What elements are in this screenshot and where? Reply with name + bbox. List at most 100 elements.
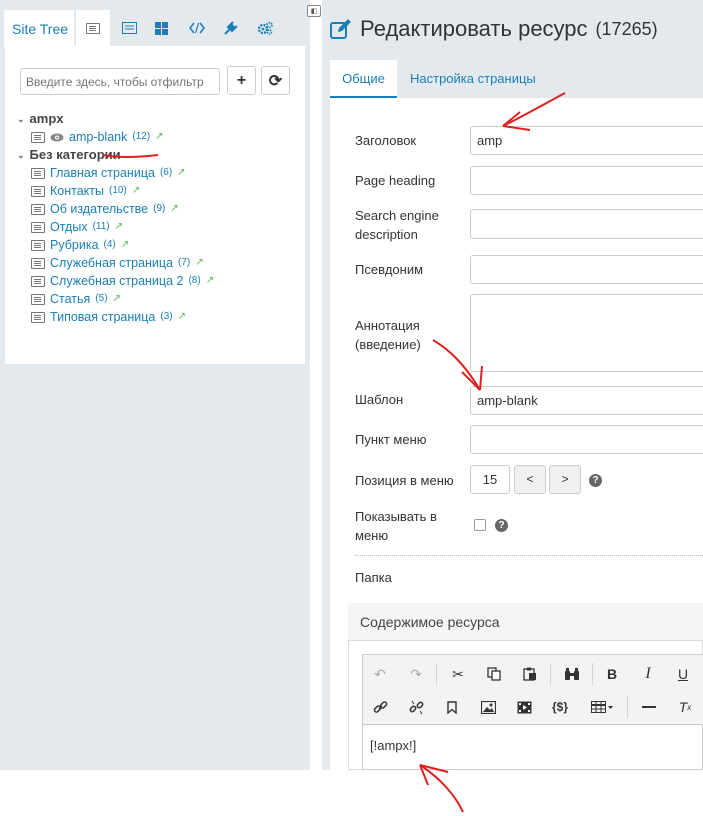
tab-resources[interactable] [76,10,110,48]
paste-icon[interactable] [516,660,544,688]
tree-item[interactable]: Отдых (11) ↗ [17,218,302,236]
tree-item-label[interactable]: Типовая страница [50,308,155,326]
link-icon[interactable] [366,693,394,721]
tree-item-label[interactable]: Отдых [50,218,88,236]
annotation-label: Аннотация (введение) [355,318,421,352]
menu-position-label: Позиция в меню [355,473,454,488]
external-link-icon[interactable]: ↗ [178,308,186,326]
page-heading-input[interactable] [470,166,703,195]
tab-page-settings[interactable]: Настройка страницы [402,60,544,98]
tree-item-label[interactable]: Рубрика [50,236,99,254]
editor-content[interactable]: [!ampx!] [370,738,416,753]
bookmark-icon[interactable] [438,693,466,721]
external-link-icon[interactable]: ↗ [132,182,140,200]
tree-item-label[interactable]: Служебная страница [50,254,173,272]
add-resource-button[interactable]: + [227,66,256,95]
tree-filter-input[interactable] [20,68,220,95]
tab-site-tree[interactable]: Site Tree [4,10,74,48]
refresh-tree-button[interactable]: ⟳ [261,66,290,95]
collapse-panel-button[interactable]: ◧ [307,5,321,17]
context-label: Без категории [29,147,121,162]
unlink-icon[interactable] [402,693,430,721]
external-link-icon[interactable]: ↗ [206,272,214,290]
snippet-icon[interactable]: {$} [546,693,574,721]
context-label: ampx [29,111,64,126]
external-link-icon[interactable]: ↗ [155,128,163,146]
seo-description-label: Search engine description [355,208,439,242]
tree-item-label[interactable]: Контакты [50,182,104,200]
tree-item-label[interactable]: Статья [50,290,90,308]
redo-icon[interactable]: ↷ [402,660,430,688]
tree-item[interactable]: Типовая страница (3) ↗ [17,308,302,326]
gears-icon [257,21,273,35]
external-link-icon[interactable]: ↗ [177,164,185,182]
resource-icon [31,293,45,305]
menu-position-input[interactable]: 15 [470,465,510,494]
copy-icon[interactable] [480,660,508,688]
page-title-text: Редактировать ресурс [360,16,588,41]
tree-item[interactable]: Служебная страница 2 (8) ↗ [17,272,302,290]
underline-icon[interactable]: U [669,660,697,688]
external-link-icon[interactable]: ↗ [195,254,203,272]
plus-icon: + [236,71,247,89]
tab-plugins[interactable] [214,10,248,46]
tree-context-uncategorized[interactable]: ⌄ Без категории [17,146,302,164]
tree-item-id: (4) [103,239,116,250]
external-link-icon[interactable]: ↗ [170,200,178,218]
undo-icon[interactable]: ↶ [366,660,394,688]
tree-item-id: (7) [178,257,191,268]
cut-icon[interactable]: ✂ [444,660,472,688]
resource-icon [31,221,45,233]
tab-templates[interactable] [144,10,178,46]
find-icon[interactable] [558,660,586,688]
tree-item[interactable]: Контакты (10) ↗ [17,182,302,200]
table-icon[interactable] [584,693,620,721]
tree-item-label[interactable]: Служебная страница 2 [50,272,183,290]
seo-description-input[interactable] [470,209,703,239]
help-icon[interactable]: ? [495,519,508,532]
help-icon[interactable]: ? [589,474,602,487]
media-icon[interactable] [510,693,538,721]
refresh-icon: ⟳ [268,72,283,90]
tree-item[interactable]: Рубрика (4) ↗ [17,236,302,254]
tree-item-amp-blank[interactable]: amp-blank (12) ↗ [17,128,302,146]
italic-icon[interactable]: I [634,660,662,688]
external-link-icon[interactable]: ↗ [113,290,121,308]
tab-elements[interactable] [112,10,146,46]
tab-general[interactable]: Общие [330,60,397,98]
tree-context-ampx[interactable]: ⌄ ampx [17,110,302,128]
tab-chunks[interactable] [180,10,214,46]
bold-icon[interactable]: B [598,660,626,688]
title-input[interactable] [470,126,703,155]
menu-item-input[interactable] [470,425,703,454]
alias-label: Псевдоним [355,262,424,277]
alias-input[interactable] [470,255,703,284]
tree-item-label[interactable]: amp-blank [69,128,127,146]
tree-item-id: (11) [92,221,110,232]
tree-item[interactable]: Статья (5) ↗ [17,290,302,308]
external-link-icon[interactable]: ↗ [115,218,123,236]
clear-format-icon[interactable]: Tx [671,693,699,721]
show-in-menu-label: Показывать в меню [355,509,437,543]
resource-icon [31,239,45,251]
image-icon[interactable] [474,693,502,721]
folder-label: Папка [355,570,392,585]
menu-position-increase-button[interactable]: > [549,465,581,494]
menu-position-decrease-button[interactable]: < [514,465,546,494]
hr-icon[interactable] [635,693,663,721]
annotation-arrow [419,764,464,813]
tree-item[interactable]: Главная страница (6) ↗ [17,164,302,182]
tree-item[interactable]: Об издательстве (9) ↗ [17,200,302,218]
tab-system-settings[interactable] [248,10,282,46]
resource-icon [31,131,45,143]
eye-icon [50,133,64,141]
external-link-icon[interactable]: ↗ [121,236,129,254]
tree-item[interactable]: Служебная страница (7) ↗ [17,254,302,272]
tree-item-label[interactable]: Об издательстве [50,200,148,218]
annotation-input[interactable] [470,294,703,372]
left-panel-tabs: Site Tree [0,10,306,48]
show-in-menu-checkbox[interactable] [474,519,486,531]
tree-item-label[interactable]: Главная страница [50,164,155,182]
tree-item-id: (8) [188,275,201,286]
template-select[interactable] [470,386,703,415]
